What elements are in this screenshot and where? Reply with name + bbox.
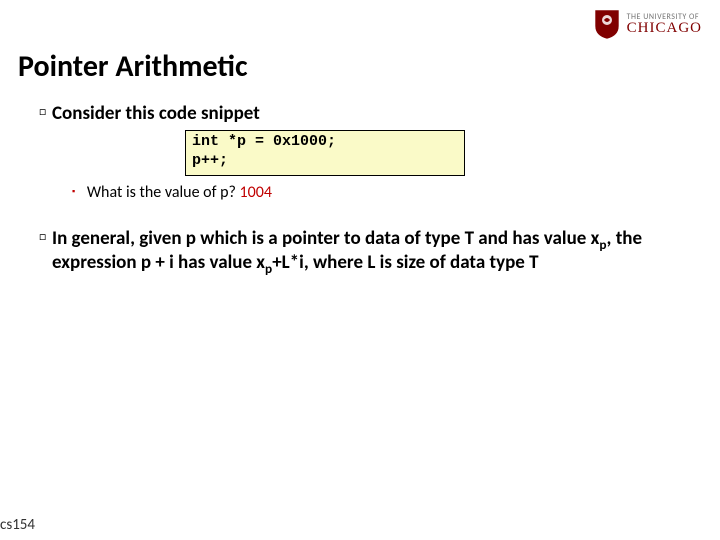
shield-icon <box>593 8 621 40</box>
code-snippet: int *p = 0x1000; p++; <box>185 130 465 176</box>
sub-question: What is the value of p? <box>87 183 240 202</box>
sub-answer: 1004 <box>240 183 272 202</box>
slide-title: Pointer Arithmetic <box>18 48 248 85</box>
university-logo: THE UNIVERSITY OF CHICAGO <box>593 8 702 40</box>
b2-sub1: p <box>599 236 606 253</box>
footer-course: cs154 <box>0 516 35 534</box>
b2-post: +L*i, where L is size of data type T <box>272 251 538 274</box>
bullet-consider: Consider this code snippet <box>42 102 260 125</box>
bullet-consider-text: Consider this code snippet <box>52 102 260 125</box>
bullet-general: In general, given p which is a pointer t… <box>42 227 678 276</box>
square-bullet-icon: ▪ <box>72 186 75 197</box>
logo-bottom-text: CHICAGO <box>627 21 702 36</box>
sub-bullet-value: ▪ What is the value of p? 1004 <box>72 183 272 202</box>
b2-pre: In general, given p which is a pointer t… <box>52 227 599 250</box>
